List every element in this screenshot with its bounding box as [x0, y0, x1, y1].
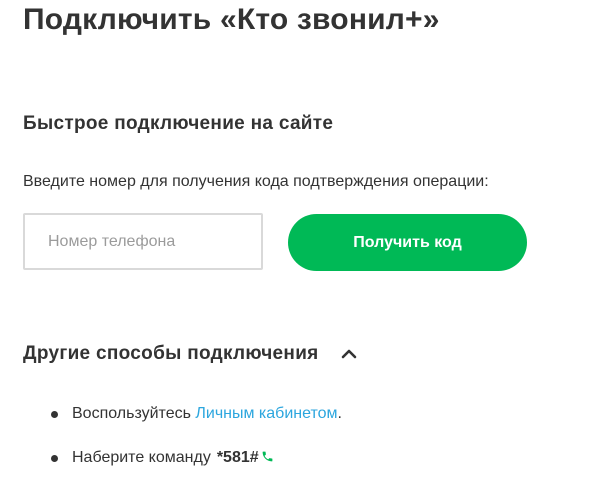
method-text: Наберите команду [72, 449, 211, 466]
page-title: Подключить «Кто звонил+» [23, 3, 440, 36]
phone-instruction: Введите номер для получения кода подтвер… [23, 173, 489, 190]
method-text-suffix: . [337, 405, 342, 422]
chevron-up-icon[interactable] [341, 346, 357, 362]
other-methods-toggle[interactable]: Другие способы подключения [23, 343, 357, 365]
other-methods-list: Воспользуйтесь Личным кабинетом. Наберит… [46, 402, 342, 470]
bullet-icon [51, 455, 58, 462]
ussd-code: *581# [216, 449, 259, 466]
method-text: Воспользуйтесь [72, 405, 196, 422]
phone-input[interactable] [23, 213, 263, 270]
get-code-button[interactable]: Получить код [288, 214, 527, 271]
personal-account-link[interactable]: Личным кабинетом [195, 405, 337, 422]
method-item-ussd: Наберите команду *581# [46, 446, 342, 470]
phone-call-icon[interactable] [261, 447, 274, 462]
other-methods-title: Другие способы подключения [23, 343, 319, 364]
bullet-icon [51, 411, 58, 418]
method-item-personal-account: Воспользуйтесь Личным кабинетом. [46, 402, 342, 426]
page: Подключить «Кто звонил+» Быстрое подключ… [0, 0, 590, 500]
quick-connect-title: Быстрое подключение на сайте [23, 113, 334, 134]
